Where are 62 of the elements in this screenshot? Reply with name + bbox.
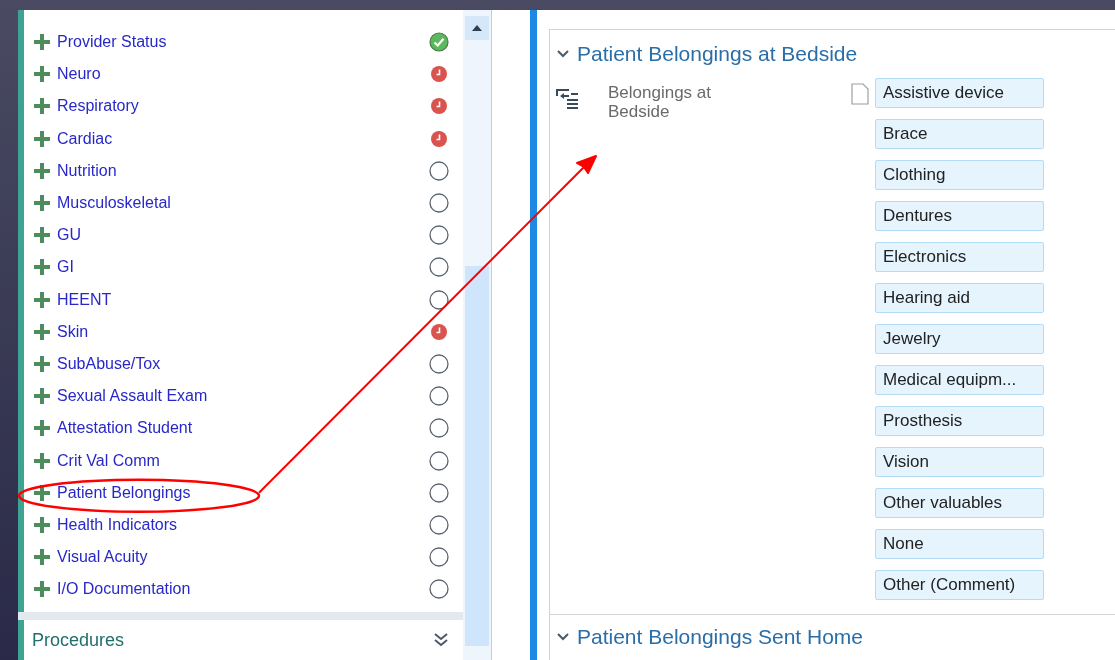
list-icon bbox=[555, 86, 579, 110]
sidebar-item[interactable]: I/O Documentation bbox=[57, 577, 191, 602]
plus-icon[interactable] bbox=[34, 388, 50, 405]
sidebar-item[interactable]: Provider Status bbox=[57, 30, 167, 55]
option-button[interactable]: Other valuables bbox=[875, 488, 1044, 518]
option-button[interactable]: Clothing bbox=[875, 160, 1044, 190]
plus-icon[interactable] bbox=[34, 259, 50, 276]
sidebar-item[interactable]: Visual Acuity bbox=[57, 545, 148, 570]
plus-icon[interactable] bbox=[34, 516, 50, 533]
plus-icon[interactable] bbox=[34, 195, 50, 212]
section-title: Procedures bbox=[32, 628, 125, 652]
scroll-up-button[interactable] bbox=[465, 16, 489, 40]
sidebar-item[interactable]: HEENT bbox=[57, 287, 112, 312]
chevron-down-icon[interactable] bbox=[557, 50, 569, 58]
plus-icon[interactable] bbox=[34, 66, 50, 83]
sidebar-item[interactable]: Nutrition bbox=[57, 158, 117, 183]
option-button[interactable]: Jewelry bbox=[875, 324, 1044, 354]
option-button[interactable]: Assistive device bbox=[875, 78, 1044, 108]
sidebar-item[interactable]: Attestation Student bbox=[57, 416, 193, 441]
plus-icon[interactable] bbox=[34, 34, 50, 51]
sidebar-item[interactable]: Patient Belongings bbox=[57, 480, 191, 505]
plus-icon[interactable] bbox=[34, 355, 50, 372]
sidebar-item[interactable]: Neuro bbox=[57, 62, 101, 87]
scroll-thumb[interactable] bbox=[465, 266, 489, 646]
section-title: Patient Belongings at Bedside bbox=[577, 41, 858, 68]
sidebar-item[interactable]: Cardiac bbox=[57, 126, 113, 151]
field-label: Belongings at Bedside bbox=[608, 83, 713, 123]
plus-icon[interactable] bbox=[34, 452, 50, 469]
plus-icon[interactable] bbox=[34, 227, 50, 244]
option-button[interactable]: Other (Comment) bbox=[875, 570, 1044, 600]
sidebar-item[interactable]: Skin bbox=[57, 319, 89, 344]
sidebar-item[interactable]: Crit Val Comm bbox=[57, 448, 160, 473]
sidebar-item[interactable]: GI bbox=[57, 255, 74, 280]
plus-icon[interactable] bbox=[34, 581, 50, 598]
procedures-header[interactable]: Procedures bbox=[18, 620, 463, 660]
sidebar-item[interactable]: Health Indicators bbox=[57, 512, 178, 537]
scrollbar[interactable] bbox=[463, 10, 492, 660]
sidebar-item[interactable]: Respiratory bbox=[57, 94, 139, 119]
option-button[interactable]: None bbox=[875, 529, 1044, 559]
sidebar-item[interactable]: Musculoskeletal bbox=[57, 191, 171, 216]
option-button[interactable]: Electronics bbox=[875, 242, 1044, 272]
sidebar-item[interactable]: GU bbox=[57, 223, 81, 248]
plus-icon[interactable] bbox=[34, 291, 50, 308]
option-button[interactable]: Dentures bbox=[875, 201, 1044, 231]
sidebar-item[interactable]: SubAbuse/Tox bbox=[57, 351, 161, 376]
option-button[interactable]: Brace bbox=[875, 119, 1044, 149]
section-title: Patient Belongings Sent Home bbox=[577, 623, 863, 650]
chevron-down-icon[interactable] bbox=[557, 632, 569, 641]
plus-icon[interactable] bbox=[34, 130, 50, 147]
option-button[interactable]: Medical equipm... bbox=[875, 365, 1044, 395]
plus-icon[interactable] bbox=[34, 323, 50, 340]
plus-icon[interactable] bbox=[34, 162, 50, 179]
plus-icon[interactable] bbox=[34, 549, 50, 566]
plus-icon[interactable] bbox=[34, 420, 50, 437]
plus-icon[interactable] bbox=[34, 98, 50, 115]
plus-icon[interactable] bbox=[34, 484, 50, 501]
double-chevron-icon[interactable] bbox=[433, 632, 449, 649]
option-button[interactable]: Vision bbox=[875, 447, 1044, 477]
option-button[interactable]: Prosthesis bbox=[875, 406, 1044, 436]
up-triangle-icon bbox=[472, 25, 482, 31]
sidebar-item[interactable]: Sexual Assault Exam bbox=[57, 384, 208, 409]
option-button[interactable]: Hearing aid bbox=[875, 283, 1044, 313]
